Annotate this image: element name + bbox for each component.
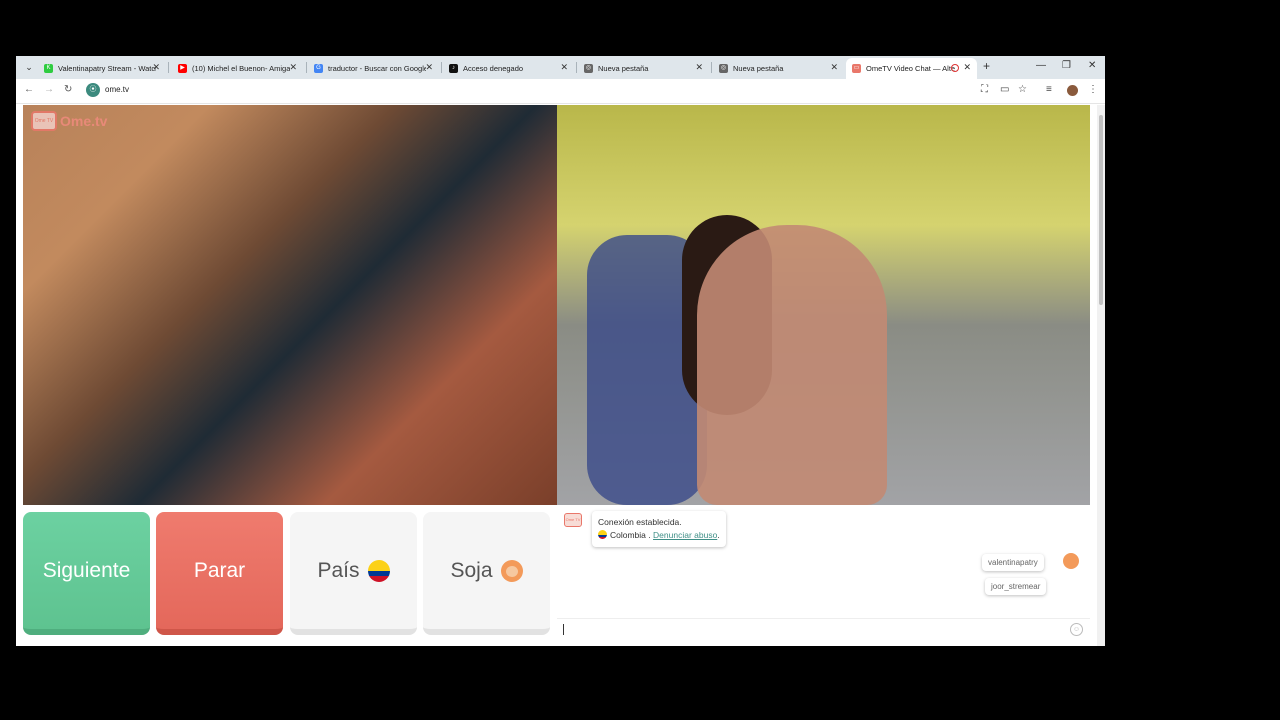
back-icon[interactable]: ← — [24, 84, 34, 95]
chat-input[interactable]: ☺ — [557, 618, 1090, 640]
tab-title: traductor - Buscar con Google — [328, 64, 426, 73]
tab-title: Valentinapatry Stream - Watch — [58, 64, 156, 73]
page-scrollbar[interactable] — [1097, 105, 1105, 646]
new-tab-button[interactable]: + — [983, 59, 990, 73]
close-tab-icon[interactable]: ✕ — [963, 62, 971, 73]
tiktok-favicon-icon: ♪ — [449, 64, 458, 73]
close-tab-icon[interactable]: ✕ — [289, 62, 297, 73]
chat-panel: Ome TV Conexión establecida. Colombia . … — [557, 505, 1090, 639]
url-text: ome.tv — [105, 85, 130, 94]
close-tab-icon[interactable]: ✕ — [830, 62, 838, 73]
chat-message: joor_stremear — [985, 578, 1047, 595]
remote-video — [557, 105, 1090, 505]
tab-title: Acceso denegado — [463, 64, 524, 73]
address-bar[interactable]: ⦿ ome.tv — [86, 82, 966, 100]
separator: . — [648, 530, 651, 540]
gender-label: Soja — [450, 558, 493, 582]
tab-youtube[interactable]: ▶ (10) Michel el Buenon- Amiga ✕ — [172, 58, 303, 79]
report-abuse-link[interactable]: Denunciar abuso — [653, 530, 717, 540]
cast-icon[interactable]: ▭ — [1000, 84, 1009, 95]
menu-dots-icon[interactable]: ⋮ — [1088, 84, 1098, 95]
next-label: Siguiente — [42, 558, 131, 582]
minimize-icon[interactable]: — — [1036, 60, 1046, 71]
tab-title: OmeTV Video Chat — Alte — [866, 64, 956, 73]
chrome-favicon-icon: ◎ — [584, 64, 593, 73]
restore-icon[interactable]: ❐ — [1062, 60, 1071, 71]
youtube-favicon-icon: ▶ — [178, 64, 187, 73]
recording-icon — [951, 64, 959, 72]
next-button[interactable]: Siguiente — [23, 512, 150, 635]
ometv-logo: Ome TV Ome.tv — [31, 111, 107, 131]
close-tab-icon[interactable]: ✕ — [152, 62, 160, 73]
tab-search-icon[interactable]: ⌄ — [22, 60, 36, 74]
colombia-flag-icon — [367, 559, 390, 582]
close-tab-icon[interactable]: ✕ — [425, 62, 433, 73]
chrome-favicon-icon: ◎ — [719, 64, 728, 73]
toolbar: ← → ↻ ⦿ ome.tv ⛶ ▭ ☆ ≡ ⋮ — [16, 79, 1105, 104]
tab-strip: ⌄ K Valentinapatry Stream - Watch ✕ ▶ (1… — [16, 56, 1105, 79]
text-caret — [563, 624, 564, 635]
media-controls-icon[interactable]: ≡ — [1046, 84, 1052, 95]
scrollbar-thumb[interactable] — [1099, 115, 1103, 305]
stop-label: Parar — [193, 558, 246, 582]
tab-new-2[interactable]: ◎ Nueva pestaña ✕ — [713, 58, 844, 79]
google-favicon-icon: G — [314, 64, 323, 73]
period: . — [717, 530, 720, 540]
country-button[interactable]: País — [290, 512, 417, 635]
logo-text: Ome.tv — [60, 113, 108, 129]
tab-new-1[interactable]: ◎ Nueva pestaña ✕ — [578, 58, 709, 79]
country-name: Colombia — [610, 530, 646, 540]
tab-valentinapatry[interactable]: K Valentinapatry Stream - Watch ✕ — [38, 58, 166, 79]
tab-ometv[interactable]: ▭ OmeTV Video Chat — Alte ✕ — [846, 58, 977, 79]
tab-tiktok[interactable]: ♪ Acceso denegado ✕ — [443, 58, 574, 79]
local-video: Ome TV Ome.tv — [23, 105, 557, 505]
gender-button[interactable]: Soja — [423, 512, 550, 635]
remote-person — [697, 225, 887, 505]
stop-button[interactable]: Parar — [156, 512, 283, 635]
close-tab-icon[interactable]: ✕ — [695, 62, 703, 73]
country-label: País — [317, 558, 360, 582]
forward-icon[interactable]: → — [44, 84, 54, 95]
tab-google[interactable]: G traductor - Buscar con Google ✕ — [308, 58, 439, 79]
profile-avatar[interactable] — [1067, 85, 1078, 96]
ometv-favicon-icon: ▭ — [852, 64, 861, 73]
reload-icon[interactable]: ↻ — [64, 84, 72, 95]
tab-title: Nueva pestaña — [598, 64, 649, 73]
tv-logo-icon: Ome TV — [31, 111, 57, 131]
site-info-icon[interactable]: ⦿ — [86, 83, 100, 97]
tab-title: (10) Michel el Buenon- Amiga — [192, 64, 290, 73]
browser-window: ⌄ K Valentinapatry Stream - Watch ✕ ▶ (1… — [16, 56, 1105, 646]
connection-status: Conexión establecida. — [598, 517, 682, 527]
colombia-flag-icon — [598, 530, 607, 539]
close-window-icon[interactable]: ✕ — [1088, 60, 1096, 71]
woman-avatar-icon — [1063, 553, 1079, 569]
tab-title: Nueva pestaña — [733, 64, 784, 73]
bookmark-star-icon[interactable]: ☆ — [1018, 84, 1027, 95]
close-tab-icon[interactable]: ✕ — [560, 62, 568, 73]
emoji-icon[interactable]: ☺ — [1070, 623, 1083, 636]
ometv-chat-icon: Ome TV — [564, 513, 582, 527]
woman-emoji-icon — [500, 559, 523, 582]
system-message: Conexión establecida. Colombia . Denunci… — [592, 511, 726, 547]
chat-message: valentinapatry — [982, 554, 1044, 571]
translate-icon[interactable]: ⛶ — [981, 84, 988, 95]
kick-favicon-icon: K — [44, 64, 53, 73]
